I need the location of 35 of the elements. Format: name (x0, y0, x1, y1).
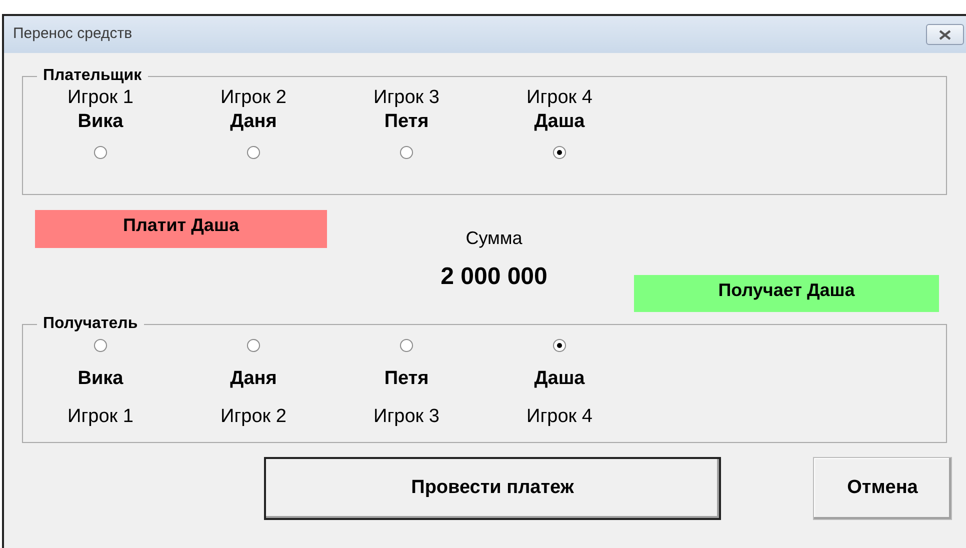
player-name: Петя (384, 110, 429, 134)
player-label: Игрок 1 (68, 86, 134, 110)
submit-button[interactable]: Провести платеж (264, 457, 721, 520)
player-name: Петя (384, 367, 429, 391)
payer-banner: Платит Даша (35, 210, 327, 248)
player-label: Игрок 4 (526, 86, 592, 110)
radio-button[interactable] (94, 339, 107, 352)
cancel-button[interactable]: Отмена (813, 457, 952, 520)
group-legend: Получатель (37, 315, 144, 333)
player-label: Игрок 3 (374, 405, 440, 429)
player-label: Игрок 4 (526, 405, 592, 429)
player-name: Даня (230, 367, 277, 391)
player-name: Вика (78, 367, 124, 391)
player-label: Игрок 2 (220, 86, 286, 110)
player-label: Игрок 3 (374, 86, 440, 110)
player-name: Вика (78, 110, 124, 134)
radio-button[interactable] (553, 146, 566, 159)
group-legend: Плательщик (37, 67, 148, 85)
player-name: Даша (534, 367, 585, 391)
close-icon (939, 30, 951, 40)
radio-button[interactable] (247, 146, 260, 159)
radio-button[interactable] (94, 146, 107, 159)
radio-button[interactable] (247, 339, 260, 352)
player-label: Игрок 1 (68, 405, 134, 429)
radio-button[interactable] (400, 146, 413, 159)
player-name: Даша (534, 110, 585, 134)
window-title: Перенос средств (13, 24, 132, 44)
radio-button[interactable] (400, 339, 413, 352)
amount-label: Сумма (466, 227, 522, 250)
player-name: Даня (230, 110, 277, 134)
close-button[interactable] (926, 24, 964, 45)
radio-button[interactable] (553, 339, 566, 352)
amount-value: 2 000 000 (440, 262, 548, 292)
receiver-banner: Получает Даша (634, 275, 939, 312)
player-label: Игрок 2 (220, 405, 286, 429)
